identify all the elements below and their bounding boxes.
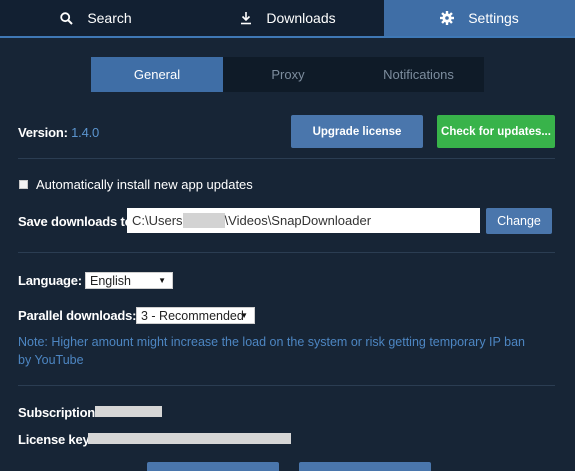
tab-settings[interactable]: Settings (384, 0, 575, 36)
gear-icon (440, 11, 455, 25)
save-downloads-label: Save downloads to: (18, 214, 137, 229)
bottom-button-right[interactable] (299, 462, 431, 471)
divider (18, 385, 555, 386)
divider (18, 158, 555, 159)
auto-update-checkbox[interactable] (19, 180, 28, 189)
search-icon (60, 11, 74, 25)
parallel-downloads-select[interactable]: 3 - Recommended ▼ (136, 307, 255, 324)
language-select[interactable]: English ▼ (85, 272, 173, 289)
subtab-proxy[interactable]: Proxy (223, 57, 353, 92)
divider (18, 252, 555, 253)
change-folder-button[interactable]: Change (486, 208, 552, 234)
parallel-downloads-label: Parallel downloads: (18, 308, 137, 323)
top-navigation: Search Downloads Settings (0, 0, 575, 38)
license-key-label: License key: (18, 432, 94, 447)
tab-settings-label: Settings (468, 10, 519, 26)
check-updates-button[interactable]: Check for updates... (437, 115, 555, 148)
tab-downloads-label: Downloads (266, 10, 336, 26)
language-value: English (90, 273, 131, 288)
tab-search[interactable]: Search (0, 0, 192, 36)
tab-downloads[interactable]: Downloads (192, 0, 384, 36)
parallel-downloads-value: 3 - Recommended (141, 308, 244, 323)
subtab-general[interactable]: General (91, 57, 223, 92)
tab-search-label: Search (87, 10, 132, 26)
subtab-notifications[interactable]: Notifications (353, 57, 484, 92)
parallel-note: Note: Higher amount might increase the l… (18, 335, 525, 367)
download-icon (241, 12, 252, 25)
dropdown-arrow-icon: ▼ (240, 311, 248, 320)
save-path-suffix: \Videos\SnapDownloader (224, 213, 372, 228)
bottom-button-left[interactable] (147, 462, 279, 471)
redacted-username (182, 213, 225, 228)
version-value: 1.4.0 (71, 125, 100, 140)
save-path-field[interactable]: C:\Users \Videos\SnapDownloader (127, 208, 480, 233)
auto-update-label: Automatically install new app updates (36, 177, 253, 192)
dropdown-arrow-icon: ▼ (158, 276, 166, 285)
redacted-subscription (95, 406, 162, 417)
upgrade-license-button[interactable]: Upgrade license (291, 115, 423, 148)
version-label: Version: (18, 125, 68, 140)
settings-subtabs: General Proxy Notifications (91, 57, 484, 92)
redacted-license-key (88, 433, 291, 444)
language-label: Language: (18, 273, 82, 288)
save-path-prefix: C:\Users (132, 213, 183, 228)
version-row: Version: 1.4.0 (18, 125, 99, 140)
subscription-label: Subscription: (18, 405, 100, 420)
